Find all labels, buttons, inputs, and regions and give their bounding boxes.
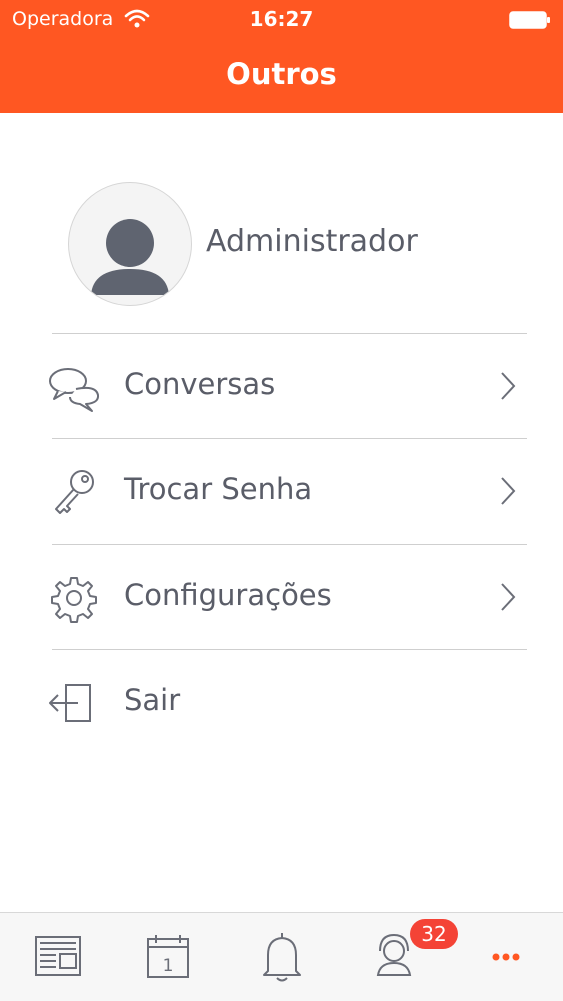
chevron-right-icon: [501, 477, 516, 505]
menu-item-configuracoes[interactable]: Configurações: [0, 544, 563, 649]
bell-icon[interactable]: [252, 929, 312, 985]
chat-bubbles-icon: [49, 368, 100, 412]
menu-item-label: Trocar Senha: [124, 472, 313, 506]
divider: [52, 438, 527, 439]
divider: [52, 544, 527, 545]
calendar-icon[interactable]: 1: [138, 929, 198, 985]
clock: 16:27: [249, 7, 314, 31]
menu-item-label: Sair: [124, 683, 181, 717]
gear-icon: [51, 577, 97, 623]
menu-item-label: Configurações: [124, 578, 332, 612]
tab-bar: 1 32: [0, 912, 563, 1001]
menu-item-label: Conversas: [124, 367, 276, 401]
divider: [52, 333, 527, 334]
chevron-right-icon: [501, 372, 516, 400]
news-icon[interactable]: [28, 929, 88, 985]
page-title: Outros: [226, 57, 337, 91]
menu-item-trocar-senha[interactable]: Trocar Senha: [0, 438, 563, 543]
navigation-bar: Outros: [0, 40, 563, 113]
key-icon: [55, 470, 94, 514]
divider: [52, 649, 527, 650]
chevron-right-icon: [501, 583, 516, 611]
menu-item-sair[interactable]: Sair: [0, 649, 563, 754]
notification-badge: 32: [410, 919, 458, 949]
calendar-day: 1: [163, 956, 174, 976]
more-icon[interactable]: [476, 929, 536, 985]
status-bar: Operadora 16:27: [0, 0, 563, 40]
battery-icon: [509, 11, 550, 29]
profile-header: Administrador: [0, 113, 563, 333]
user-avatar-icon: [68, 182, 192, 306]
menu-item-conversas[interactable]: Conversas: [0, 333, 563, 438]
user-name: Administrador: [206, 224, 418, 259]
logout-icon: [49, 684, 91, 722]
